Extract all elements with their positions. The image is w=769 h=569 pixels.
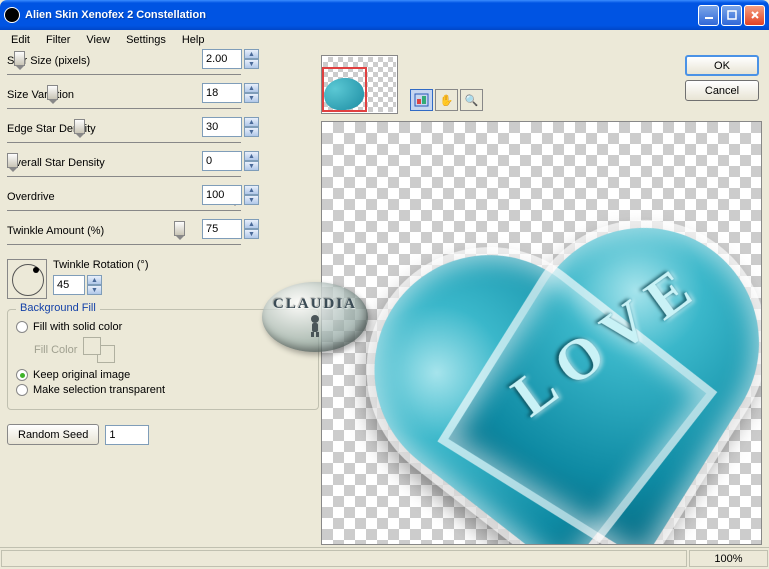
background-fill-title: Background Fill	[16, 302, 100, 314]
status-main	[1, 550, 687, 567]
navigator-viewport[interactable]	[322, 67, 367, 112]
spin-up-icon[interactable]: ▲	[244, 219, 259, 229]
menu-edit[interactable]: Edit	[4, 32, 37, 48]
menu-settings[interactable]: Settings	[119, 32, 173, 48]
random-seed-row: Random Seed	[7, 424, 319, 445]
ok-button[interactable]: OK	[685, 55, 759, 76]
overdrive-slider[interactable]	[7, 210, 241, 211]
random-seed-input[interactable]	[105, 425, 149, 445]
random-seed-button[interactable]: Random Seed	[7, 424, 99, 445]
menu-help[interactable]: Help	[175, 32, 212, 48]
star-size-input[interactable]	[202, 49, 242, 69]
twinkle-rotation-input[interactable]	[53, 275, 85, 295]
overall-density-label: Overall Star Density	[7, 157, 319, 169]
spin-up-icon[interactable]: ▲	[244, 151, 259, 161]
preview-mode-button[interactable]	[410, 89, 433, 111]
spin-down-icon[interactable]: ▼	[244, 127, 259, 137]
overall-density-input[interactable]	[202, 151, 242, 171]
maximize-button[interactable]	[721, 5, 742, 26]
size-variation-slider[interactable]	[7, 108, 241, 109]
preview-image: LOVE	[337, 188, 762, 545]
fill-color-row: Fill Color	[34, 337, 310, 363]
watermark: CLAUDIA	[262, 282, 368, 352]
spin-down-icon[interactable]: ▼	[244, 93, 259, 103]
slider-thumb[interactable]	[47, 85, 58, 100]
twinkle-rotation-row: Twinkle Rotation (°) ▲▼	[7, 259, 319, 299]
slider-thumb[interactable]	[14, 51, 25, 66]
status-zoom: 100%	[689, 550, 768, 567]
watermark-text: CLAUDIA	[273, 296, 357, 313]
slider-thumb[interactable]	[74, 119, 85, 134]
spin-up-icon[interactable]: ▲	[87, 275, 102, 285]
overdrive-label: Overdrive	[7, 191, 319, 203]
spin-up-icon[interactable]: ▲	[244, 117, 259, 127]
fill-color-swatch-front[interactable]	[83, 337, 101, 355]
slider-thumb[interactable]	[7, 153, 18, 168]
spin-up-icon[interactable]: ▲	[244, 83, 259, 93]
watermark-figure-icon	[304, 314, 326, 338]
twinkle-rotation-label: Twinkle Rotation (°)	[53, 259, 149, 271]
make-transparent-radio[interactable]: Make selection transparent	[16, 384, 310, 396]
titlebar: Alien Skin Xenofex 2 Constellation	[0, 0, 769, 30]
spin-down-icon[interactable]: ▼	[244, 229, 259, 239]
spin-up-icon[interactable]: ▲	[244, 49, 259, 59]
overall-density-row: Overall Star Density ▲▼	[7, 157, 319, 177]
fill-color-label: Fill Color	[34, 344, 77, 356]
navigator-thumbnail[interactable]	[321, 55, 398, 114]
spin-down-icon[interactable]: ▼	[244, 59, 259, 69]
minimize-button[interactable]	[698, 5, 719, 26]
menubar: Edit Filter View Settings Help	[0, 30, 769, 50]
rotation-dial[interactable]	[7, 259, 47, 299]
star-size-slider[interactable]	[7, 74, 241, 75]
edge-density-row: Edge Star Density ▲▼	[7, 123, 319, 143]
menu-filter[interactable]: Filter	[39, 32, 77, 48]
spin-down-icon[interactable]: ▼	[87, 285, 102, 295]
overall-density-slider[interactable]	[7, 176, 241, 177]
size-variation-input[interactable]	[202, 83, 242, 103]
keep-original-radio[interactable]: Keep original image	[16, 369, 310, 381]
twinkle-amount-input[interactable]	[202, 219, 242, 239]
overdrive-input[interactable]	[202, 185, 242, 205]
star-size-label: Star Size (pixels)	[7, 55, 319, 67]
app-icon	[4, 7, 20, 23]
size-variation-row: Size Variation ▲▼	[7, 89, 319, 109]
zoom-tool-button[interactable]: 🔍	[460, 89, 483, 111]
twinkle-amount-slider[interactable]	[7, 244, 241, 245]
magnifier-icon: 🔍	[465, 94, 479, 107]
cancel-button[interactable]: Cancel	[685, 80, 759, 101]
window-title: Alien Skin Xenofex 2 Constellation	[25, 9, 698, 21]
edge-density-slider[interactable]	[7, 142, 241, 143]
hand-tool-button[interactable]: ✋	[435, 89, 458, 111]
menu-view[interactable]: View	[79, 32, 117, 48]
spin-down-icon[interactable]: ▼	[244, 195, 259, 205]
edge-density-label: Edge Star Density	[7, 123, 319, 135]
twinkle-amount-label: Twinkle Amount (%)	[7, 225, 319, 237]
spin-up-icon[interactable]: ▲	[244, 185, 259, 195]
close-button[interactable]	[744, 5, 765, 26]
twinkle-amount-row: Twinkle Amount (%) ▲▼	[7, 225, 319, 245]
star-size-row: Star Size (pixels) ▲▼	[7, 55, 319, 75]
slider-thumb[interactable]	[174, 221, 185, 236]
spin-down-icon[interactable]: ▼	[244, 161, 259, 171]
statusbar: 100%	[0, 547, 769, 569]
preview-area[interactable]: LOVE	[321, 121, 762, 545]
overdrive-row: Overdrive ▲▼	[7, 191, 319, 211]
hand-icon: ✋	[440, 94, 454, 107]
edge-density-input[interactable]	[202, 117, 242, 137]
